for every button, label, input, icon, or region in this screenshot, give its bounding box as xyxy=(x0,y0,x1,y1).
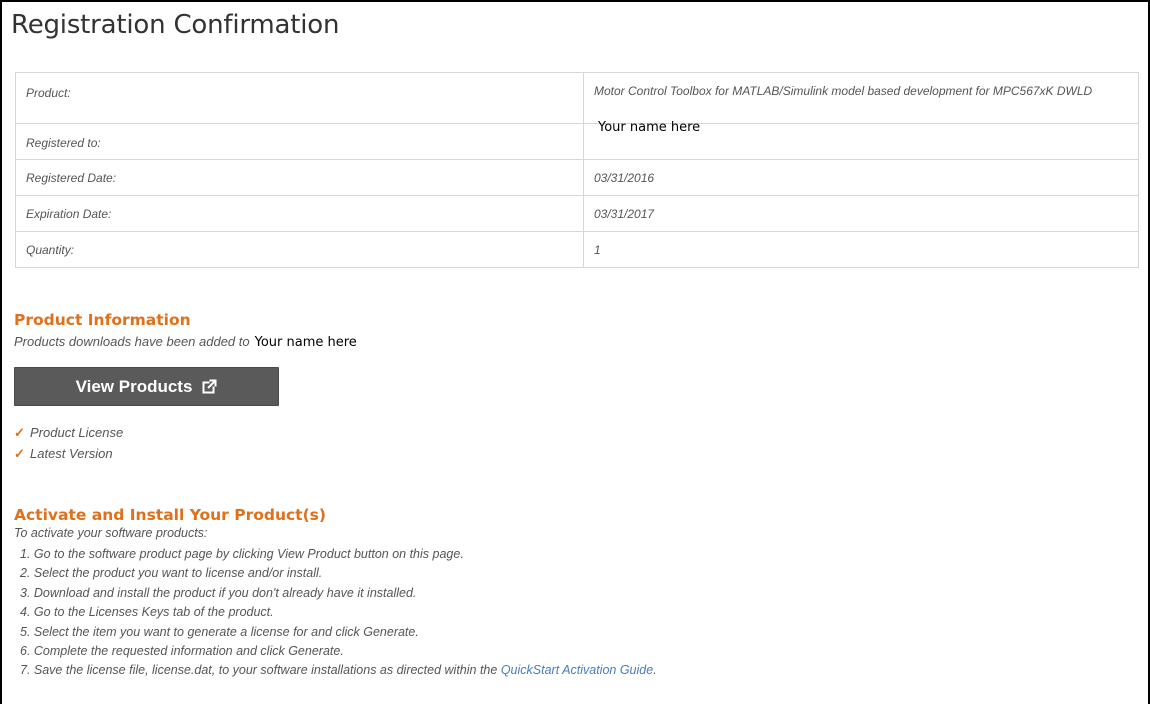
table-row: Product: Motor Control Toolbox for MATLA… xyxy=(15,72,1139,124)
list-item: 4. Go to the Licenses Keys tab of the pr… xyxy=(20,605,274,620)
product-information-heading: Product Information xyxy=(14,311,191,329)
table-row: Quantity: 1 xyxy=(15,231,1139,268)
registered-date-label: Registered Date: xyxy=(15,159,584,196)
list-item: 6. Complete the requested information an… xyxy=(20,643,344,658)
table-row: Expiration Date: 03/31/2017 xyxy=(15,195,1139,232)
list-item: 5. Select the item you want to generate … xyxy=(20,624,419,639)
quickstart-guide-link[interactable]: QuickStart Activation Guide xyxy=(501,663,653,677)
registered-to-label: Registered to: xyxy=(15,123,584,160)
view-products-label: View Products xyxy=(75,376,193,396)
expiration-date-label: Expiration Date: xyxy=(15,195,584,232)
list-item: 3. Download and install the product if y… xyxy=(20,585,417,600)
registration-table: Product: Motor Control Toolbox for MATLA… xyxy=(15,72,1139,268)
list-item: 2. Select the product you want to licens… xyxy=(20,566,323,581)
list-item: ✓ Latest Version xyxy=(14,443,123,464)
table-row: Registered to: Your name here xyxy=(15,120,1139,160)
quantity-label: Quantity: xyxy=(15,231,584,268)
list-item: ✓ Product License xyxy=(14,422,123,443)
step-7-suffix: . xyxy=(653,663,657,678)
downloads-added-line: Products downloads have been added to You… xyxy=(14,334,357,350)
registered-to-value: Your name here xyxy=(598,120,701,135)
downloads-added-text: Products downloads have been added to xyxy=(14,334,250,349)
checkmark-icon: ✓ xyxy=(14,445,25,461)
activate-install-heading: Activate and Install Your Product(s) xyxy=(14,506,326,524)
registered-date-value: 03/31/2016 xyxy=(583,159,1139,196)
list-item: 7. Save the license file, license.dat, t… xyxy=(20,661,657,680)
product-label: Product: xyxy=(15,72,584,124)
downloads-owner: Your name here xyxy=(254,335,357,350)
checkmark-icon: ✓ xyxy=(14,424,25,440)
product-value: Motor Control Toolbox for MATLAB/Simulin… xyxy=(583,72,1139,124)
check-label: Latest Version xyxy=(30,446,113,461)
activation-steps: 1. Go to the software product page by cl… xyxy=(20,545,657,681)
expiration-date-value: 03/31/2017 xyxy=(583,195,1139,232)
check-label: Product License xyxy=(30,425,124,440)
external-link-icon xyxy=(202,379,217,394)
step-7-text: 7. Save the license file, license.dat, t… xyxy=(20,663,501,678)
table-row: Registered Date: 03/31/2016 xyxy=(15,159,1139,196)
list-item: 1. Go to the software product page by cl… xyxy=(20,547,464,561)
view-products-button[interactable]: View Products xyxy=(14,367,279,406)
quantity-value: 1 xyxy=(583,231,1139,268)
page-title: Registration Confirmation xyxy=(11,10,340,40)
product-check-list: ✓ Product License ✓ Latest Version xyxy=(14,422,123,464)
registered-to-cell: Your name here xyxy=(583,120,1139,160)
activate-intro: To activate your software products: xyxy=(14,526,208,540)
